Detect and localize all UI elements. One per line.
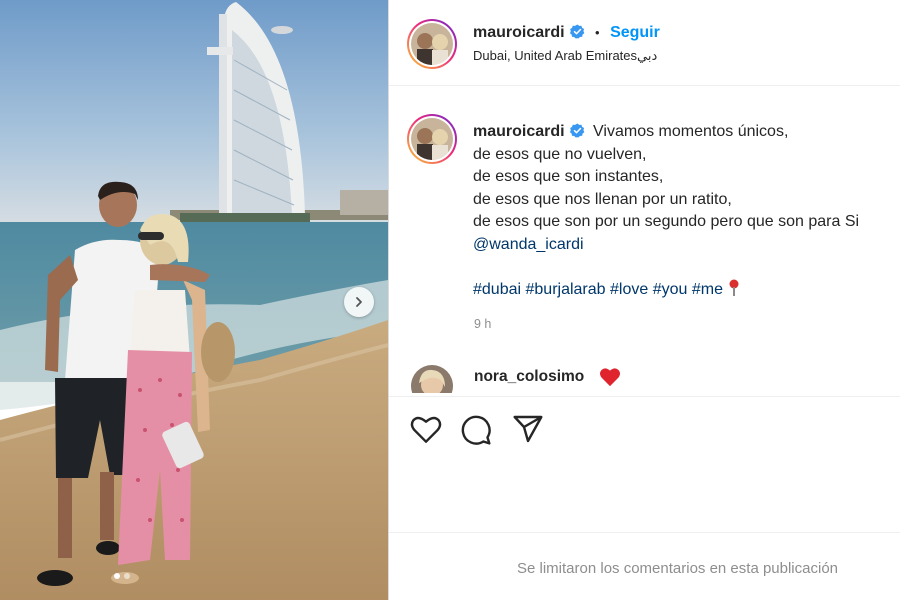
pin-icon [729, 279, 739, 296]
carousel-dot-active [114, 573, 120, 579]
verified-badge-icon [569, 123, 584, 138]
chevron-right-icon [356, 297, 362, 307]
post-photo[interactable] [0, 0, 388, 600]
post-header: mauroicardi • Seguir Dubai, United Arab … [389, 0, 900, 86]
hashtag-link[interactable]: #burjalarab [526, 281, 606, 298]
carousel-dot [124, 573, 130, 579]
separator-dot: • [595, 25, 600, 40]
caption-line: de esos que no vuelven, [473, 145, 647, 163]
avatar-image [411, 365, 453, 393]
caption-line: de esos que son instantes, [473, 168, 664, 185]
red-heart-icon [600, 368, 620, 387]
caption-line: de esos que nos llenan por un ratito, [473, 190, 732, 208]
carousel-indicator [114, 573, 130, 579]
comments-limited-notice: Se limitaron los comentarios en esta pub… [517, 560, 838, 577]
post-location[interactable]: Dubai, United Arab Emiratesدبي [473, 48, 657, 64]
heart-icon[interactable] [410, 414, 442, 444]
footer-divider [389, 532, 900, 533]
post-details-panel: mauroicardi • Seguir Dubai, United Arab … [389, 0, 900, 600]
hashtag-link[interactable]: #love [610, 281, 648, 298]
caption-line: Vivamos momentos únicos, [593, 123, 789, 140]
mention-link[interactable]: @wanda_icardi [473, 236, 584, 253]
beach-photo [0, 0, 388, 600]
commenter-avatar[interactable] [411, 365, 453, 393]
post-actions-bar [389, 396, 900, 466]
carousel-next-button[interactable] [344, 287, 374, 317]
hashtag-link[interactable]: #dubai [473, 281, 521, 298]
avatar-image [411, 23, 453, 65]
comment-item: nora_colosimo [409, 363, 889, 393]
verified-badge-icon [569, 24, 584, 39]
hashtag-link[interactable]: #me [692, 281, 723, 298]
post-timestamp[interactable]: 9 h [474, 317, 491, 331]
caption-username[interactable]: mauroicardi [473, 123, 565, 140]
author-avatar[interactable] [407, 19, 457, 69]
hashtag-link[interactable]: #you [653, 281, 688, 298]
post-caption: mauroicardi Vivamos momentos únicos, de … [473, 121, 900, 301]
caption-author-avatar[interactable] [407, 114, 457, 164]
follow-button[interactable]: Seguir [610, 24, 660, 41]
share-icon[interactable] [512, 414, 544, 444]
caption-line: de esos que son por un segundo pero que … [473, 213, 860, 230]
author-username[interactable]: mauroicardi [473, 24, 565, 41]
avatar-image [411, 118, 453, 160]
comment-icon[interactable] [460, 414, 492, 446]
commenter-username[interactable]: nora_colosimo [474, 368, 584, 386]
